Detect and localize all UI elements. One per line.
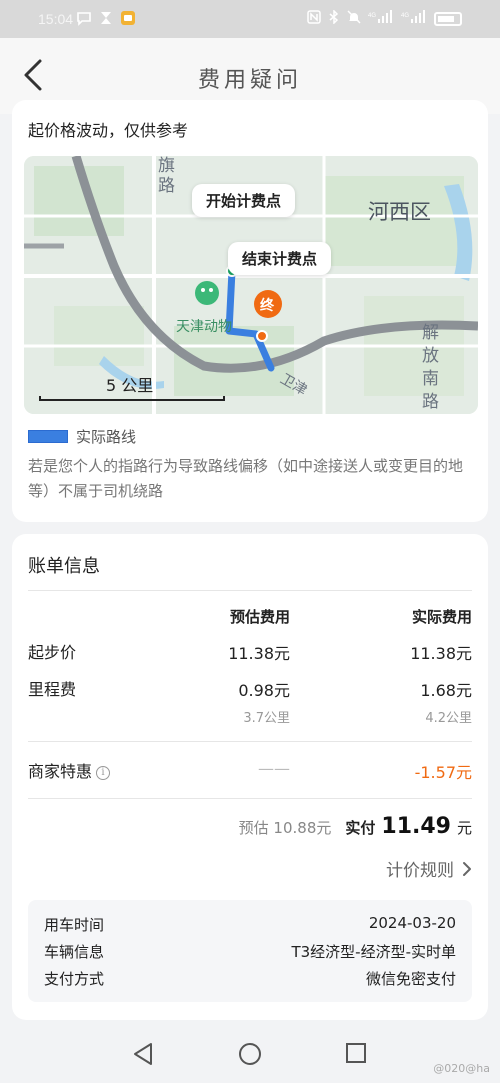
chevron-right-icon bbox=[463, 861, 471, 876]
page-title: 费用疑问 bbox=[197, 68, 302, 93]
circle-home-icon bbox=[239, 1043, 261, 1065]
payment-method-value: 微信免密支付 bbox=[365, 970, 456, 988]
merchant-discount-actual: -1.57元 bbox=[414, 763, 472, 782]
estimated-total: 预估 10.88元 bbox=[238, 819, 332, 837]
merchant-discount-estimated: —— bbox=[258, 759, 290, 778]
vehicle-info-label: 车辆信息 bbox=[44, 943, 105, 961]
info-icon[interactable]: i bbox=[96, 766, 111, 780]
hourglass-icon bbox=[98, 10, 114, 26]
map-road-label-qi: 旗路 bbox=[158, 156, 175, 196]
nav-recents-button[interactable] bbox=[345, 1042, 367, 1068]
route-legend-label: 实际路线 bbox=[76, 428, 137, 446]
base-fare-actual: 11.38元 bbox=[410, 644, 472, 663]
payment-method-label: 支付方式 bbox=[44, 970, 105, 988]
base-fare-estimated: 11.38元 bbox=[228, 644, 290, 663]
svg-text:4G: 4G bbox=[368, 13, 376, 19]
map-district-label: 河西区 bbox=[368, 200, 431, 224]
end-billing-label: 结束计费点 bbox=[228, 242, 332, 275]
actual-paid-unit: 元 bbox=[456, 819, 472, 837]
trip-time-label: 用车时间 bbox=[44, 916, 105, 934]
system-nav-bar bbox=[0, 1026, 500, 1083]
battery-icon bbox=[434, 12, 462, 26]
col-actual: 实际费用 bbox=[411, 608, 472, 626]
trip-info-row: 用车时间 2024-03-20 bbox=[44, 914, 456, 935]
total-line: 预估 10.88元 实付 11.49 元 bbox=[239, 814, 472, 839]
route-legend: 实际路线 bbox=[28, 426, 136, 447]
price-fluctuation-text: 起价格波动，仅供参考 bbox=[28, 121, 189, 140]
merchant-discount-label: 商家特惠 i bbox=[28, 758, 111, 782]
mute-icon bbox=[347, 10, 361, 28]
col-estimated: 预估费用 bbox=[229, 608, 290, 626]
bill-card: 账单信息 预估费用 实际费用 起步价 11.38元 11.38元 里程费 0.9… bbox=[12, 534, 488, 1020]
nav-back-button[interactable] bbox=[132, 1042, 154, 1070]
mileage-estimated-distance: 3.7公里 bbox=[243, 711, 290, 726]
mileage-fee-actual: 1.68元 bbox=[420, 681, 472, 700]
bluetooth-icon bbox=[328, 9, 340, 28]
trip-info-box: 用车时间 2024-03-20 车辆信息 T3经济型-经济型-实时单 支付方式 … bbox=[28, 900, 472, 1002]
start-billing-label: 开始计费点 bbox=[192, 184, 296, 217]
app-icon bbox=[120, 10, 136, 26]
trip-info-row: 支付方式 微信免密支付 bbox=[44, 968, 456, 989]
nfc-icon bbox=[307, 10, 321, 28]
triangle-back-icon bbox=[134, 1043, 152, 1065]
svg-text:4G: 4G bbox=[401, 13, 409, 19]
4g-signal-icon: 4G bbox=[368, 10, 394, 28]
status-bar: 15:04 4G 4G bbox=[0, 0, 500, 38]
status-time: 15:04 bbox=[38, 11, 74, 27]
trip-info-row: 车辆信息 T3经济型-经济型-实时单 bbox=[44, 941, 456, 962]
mileage-fee-estimated: 0.98元 bbox=[238, 681, 290, 700]
end-marker-icon: 终 bbox=[260, 298, 274, 314]
msg-icon bbox=[76, 10, 92, 26]
actual-paid-amount: 11.49 bbox=[381, 814, 451, 839]
4g-signal-icon: 4G bbox=[401, 10, 427, 28]
route-note: 若是您个人的指路行为导致路线偏移（如中途接送人或变更目的地等）不属于司机绕路 bbox=[28, 457, 464, 500]
base-fare-label: 起步价 bbox=[28, 643, 77, 662]
map-road-label-jiefang: 解放南路 bbox=[422, 323, 439, 412]
divider bbox=[28, 741, 472, 742]
map-scale-label: 5 公里 bbox=[106, 376, 154, 395]
square-recents-icon bbox=[346, 1043, 366, 1063]
divider bbox=[28, 590, 472, 591]
bill-title: 账单信息 bbox=[28, 556, 100, 577]
route-legend-swatch bbox=[28, 430, 68, 443]
map-poi-label: 天津动物 bbox=[176, 319, 232, 335]
route-card: 起价格波动，仅供参考 开始计费点 结束计费点 终 河西区 旗路 解放南路 天津动… bbox=[12, 100, 488, 522]
trip-time-value: 2024-03-20 bbox=[368, 914, 456, 932]
pricing-rules-link[interactable]: 计价规则 bbox=[386, 856, 472, 881]
mileage-fee-label: 里程费 bbox=[28, 680, 77, 699]
mileage-actual-distance: 4.2公里 bbox=[425, 711, 472, 726]
status-right-icons: 4G 4G bbox=[307, 9, 462, 28]
status-left-icons bbox=[76, 10, 136, 26]
actual-paid-label: 实付 bbox=[345, 819, 376, 837]
nav-home-button[interactable] bbox=[238, 1042, 262, 1070]
divider bbox=[28, 798, 472, 799]
watermark: @020@ha bbox=[433, 1062, 490, 1075]
vehicle-info-value: T3经济型-经济型-实时单 bbox=[291, 943, 456, 961]
route-map[interactable]: 开始计费点 结束计费点 终 河西区 旗路 解放南路 天津动物 卫津 5 公里 bbox=[24, 156, 478, 414]
